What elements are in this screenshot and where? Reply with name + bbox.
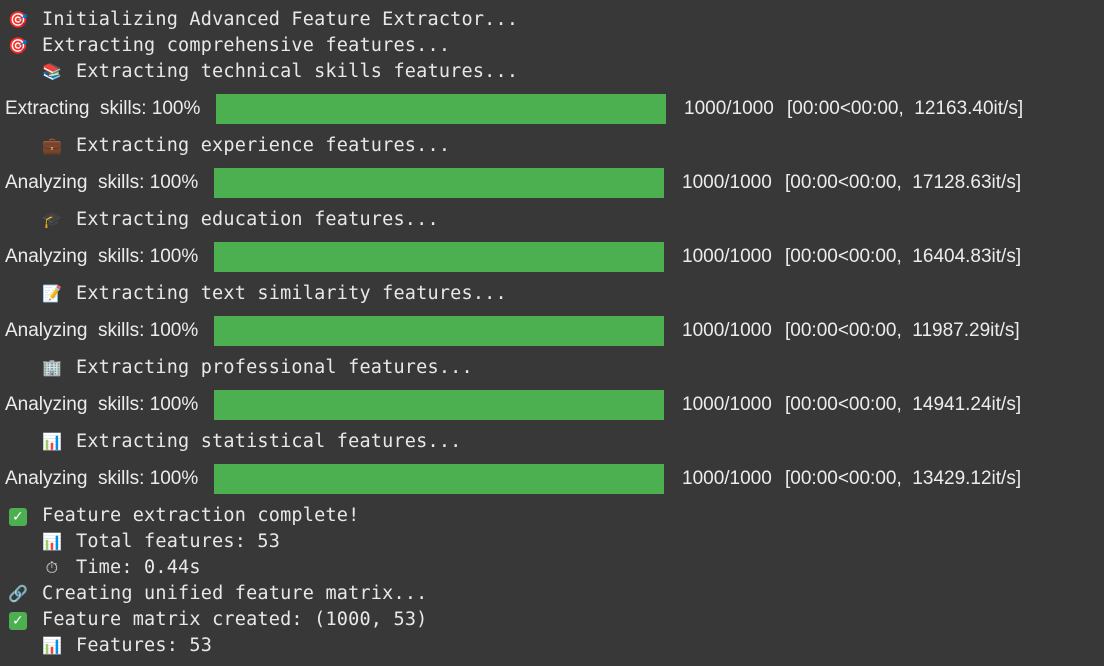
progress-label: Analyzing skills: 100% xyxy=(5,394,199,415)
log-text: Extracting text similarity features... xyxy=(76,283,507,304)
bar-chart-icon: 📊 xyxy=(41,636,63,655)
progress-fill xyxy=(216,94,666,124)
log-text: Total features: 53 xyxy=(76,531,281,552)
progress-row: Analyzing skills: 100% 1000/1000 [00:00<… xyxy=(0,390,1104,420)
progress-timing: [00:00<00:00, 12163.40it/s] xyxy=(787,98,1024,119)
progress-bar xyxy=(216,94,666,124)
progress-row: Analyzing skills: 100% 1000/1000 [00:00<… xyxy=(0,316,1104,346)
progress-count: 1000/1000 xyxy=(682,468,772,489)
progress-fill xyxy=(214,242,664,272)
log-text: Features: 53 xyxy=(76,635,213,656)
office-building-icon: 🏢 xyxy=(41,358,63,377)
log-text: Feature matrix created: (1000, 53) xyxy=(42,609,428,630)
log-line-features: 📊 Features: 53 xyxy=(0,633,212,659)
log-line-statistical: 📊 Extracting statistical features... xyxy=(0,429,462,455)
log-line-comprehensive: 🎯 Extracting comprehensive features... xyxy=(0,33,450,59)
progress-row: Analyzing skills: 100% 1000/1000 [00:00<… xyxy=(0,464,1104,494)
books-icon: 📚 xyxy=(41,62,63,81)
log-text: Extracting education features... xyxy=(76,209,439,230)
log-line-technical: 📚 Extracting technical skills features... xyxy=(0,59,518,85)
log-line-time: ⏱ Time: 0.44s xyxy=(0,555,201,581)
log-text: Extracting statistical features... xyxy=(76,431,462,452)
graduation-cap-icon: 🎓 xyxy=(41,210,63,229)
progress-fill xyxy=(214,168,664,198)
log-text: Time: 0.44s xyxy=(76,557,201,578)
progress-timing: [00:00<00:00, 14941.24it/s] xyxy=(785,394,1022,415)
progress-fill xyxy=(214,316,664,346)
log-text: Feature extraction complete! xyxy=(42,505,360,526)
link-icon: 🔗 xyxy=(7,584,29,603)
check-mark-icon: ✓ xyxy=(9,508,27,526)
log-line-experience: 💼 Extracting experience features... xyxy=(0,133,450,159)
progress-fill xyxy=(214,390,664,420)
progress-label: Analyzing skills: 100% xyxy=(5,320,199,341)
log-line-text-similarity: 📝 Extracting text similarity features... xyxy=(0,281,507,307)
log-text: Extracting comprehensive features... xyxy=(42,35,451,56)
progress-label: Extracting skills: 100% xyxy=(5,98,201,119)
progress-timing: [00:00<00:00, 17128.63it/s] xyxy=(785,172,1022,193)
target-icon: 🎯 xyxy=(7,10,29,29)
progress-count: 1000/1000 xyxy=(682,246,772,267)
log-text: Initializing Advanced Feature Extractor.… xyxy=(42,9,519,30)
log-text: Extracting experience features... xyxy=(76,135,451,156)
bar-chart-icon: 📊 xyxy=(41,432,63,451)
progress-timing: [00:00<00:00, 11987.29it/s] xyxy=(785,320,1020,341)
progress-timing: [00:00<00:00, 13429.12it/s] xyxy=(785,468,1022,489)
progress-count: 1000/1000 xyxy=(682,172,772,193)
log-text: Extracting technical skills features... xyxy=(76,61,519,82)
briefcase-icon: 💼 xyxy=(41,136,63,155)
memo-icon: 📝 xyxy=(41,284,63,303)
progress-bar xyxy=(214,390,664,420)
progress-label: Analyzing skills: 100% xyxy=(5,172,199,193)
progress-label: Analyzing skills: 100% xyxy=(5,468,199,489)
log-text: Creating unified feature matrix... xyxy=(42,583,428,604)
log-line-professional: 🏢 Extracting professional features... xyxy=(0,355,473,381)
bar-chart-icon: 📊 xyxy=(41,532,63,551)
log-line-init: 🎯 Initializing Advanced Feature Extractor… xyxy=(0,7,518,33)
progress-fill xyxy=(214,464,664,494)
log-line-creating-matrix: 🔗 Creating unified feature matrix... xyxy=(0,581,428,607)
check-mark-icon: ✓ xyxy=(9,612,27,630)
progress-count: 1000/1000 xyxy=(682,320,772,341)
progress-count: 1000/1000 xyxy=(684,98,774,119)
progress-bar xyxy=(214,316,664,346)
progress-bar xyxy=(214,168,664,198)
progress-row: Extracting skills: 100% 1000/1000 [00:00… xyxy=(0,94,1104,124)
target-icon: 🎯 xyxy=(7,36,29,55)
log-line-education: 🎓 Extracting education features... xyxy=(0,207,439,233)
stopwatch-icon: ⏱ xyxy=(45,558,59,577)
progress-timing: [00:00<00:00, 16404.83it/s] xyxy=(785,246,1022,267)
progress-row: Analyzing skills: 100% 1000/1000 [00:00<… xyxy=(0,168,1104,198)
progress-row: Analyzing skills: 100% 1000/1000 [00:00<… xyxy=(0,242,1104,272)
progress-bar xyxy=(214,464,664,494)
progress-bar xyxy=(214,242,664,272)
log-line-matrix-created: ✓ Feature matrix created: (1000, 53) xyxy=(0,607,428,633)
log-line-total-features: 📊 Total features: 53 xyxy=(0,529,280,555)
progress-count: 1000/1000 xyxy=(682,394,772,415)
log-text: Extracting professional features... xyxy=(76,357,473,378)
progress-label: Analyzing skills: 100% xyxy=(5,246,199,267)
log-line-complete: ✓ Feature extraction complete! xyxy=(0,503,359,529)
